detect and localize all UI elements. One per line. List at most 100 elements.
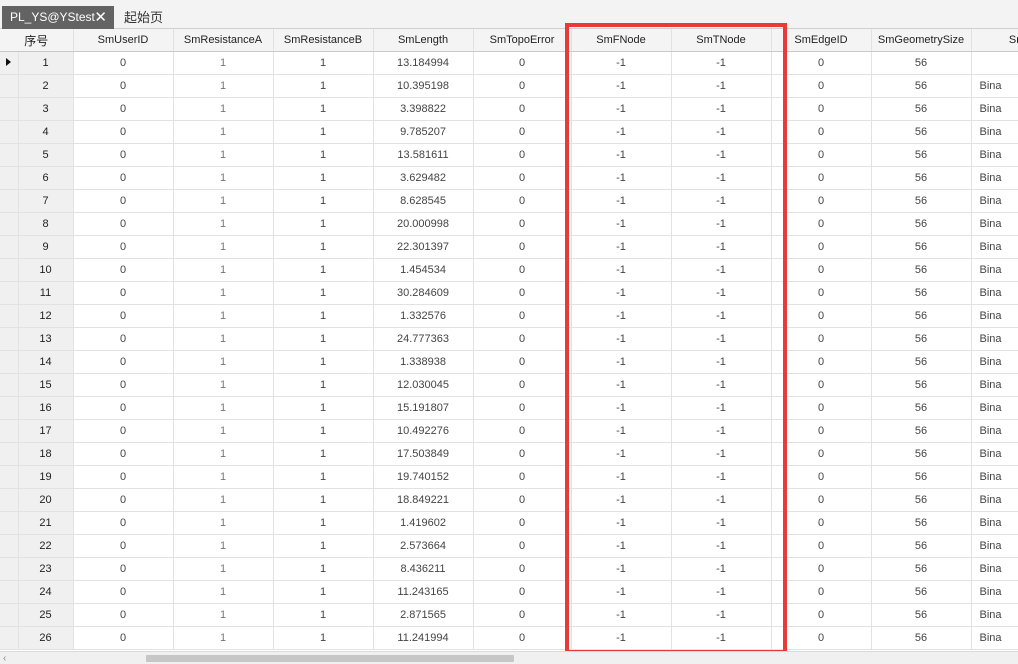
cell-smedgeid[interactable]: 0: [771, 120, 872, 144]
cell-index[interactable]: 9: [18, 235, 74, 259]
cell-smtnode[interactable]: -1: [671, 396, 772, 420]
cell-smuserid[interactable]: 0: [73, 373, 174, 397]
cell-smfnode[interactable]: -1: [571, 120, 672, 144]
cell-smgeometrysize[interactable]: 56: [871, 580, 972, 604]
table-row[interactable]: 20 0 1 1 18.849221 0 -1 -1 0 56 Bina: [0, 488, 1018, 512]
row-indicator[interactable]: [0, 442, 19, 466]
cell-smedgeid[interactable]: 0: [771, 534, 872, 558]
row-indicator[interactable]: [0, 603, 19, 627]
cell-smgeometrysize[interactable]: 56: [871, 373, 972, 397]
cell-smtnode[interactable]: -1: [671, 350, 772, 374]
cell-smgeometrysize[interactable]: 56: [871, 396, 972, 420]
cell-smgeometrysize[interactable]: 56: [871, 603, 972, 627]
row-indicator[interactable]: [0, 258, 19, 282]
close-icon[interactable]: ✕: [94, 6, 107, 29]
cell-smf[interactable]: Bina: [971, 488, 1018, 512]
table-row[interactable]: 16 0 1 1 15.191807 0 -1 -1 0 56 Bina: [0, 396, 1018, 420]
cell-smuserid[interactable]: 0: [73, 51, 174, 75]
cell-smgeometrysize[interactable]: 56: [871, 442, 972, 466]
column-header-smf[interactable]: SmF: [971, 29, 1018, 52]
cell-smuserid[interactable]: 0: [73, 235, 174, 259]
cell-index[interactable]: 22: [18, 534, 74, 558]
cell-index[interactable]: 21: [18, 511, 74, 535]
cell-smfnode[interactable]: -1: [571, 396, 672, 420]
cell-smgeometrysize[interactable]: 56: [871, 626, 972, 650]
table-row[interactable]: 6 0 1 1 3.629482 0 -1 -1 0 56 Bina: [0, 166, 1018, 190]
row-indicator[interactable]: [0, 350, 19, 374]
table-row[interactable]: 23 0 1 1 8.436211 0 -1 -1 0 56 Bina: [0, 557, 1018, 581]
cell-smfnode[interactable]: -1: [571, 327, 672, 351]
cell-smuserid[interactable]: 0: [73, 212, 174, 236]
table-row[interactable]: 24 0 1 1 11.243165 0 -1 -1 0 56 Bina: [0, 580, 1018, 604]
cell-smf[interactable]: Bina: [971, 603, 1018, 627]
cell-smf[interactable]: Bina: [971, 304, 1018, 328]
cell-smtopoerror[interactable]: 0: [473, 465, 572, 489]
cell-smtnode[interactable]: -1: [671, 442, 772, 466]
cell-smgeometrysize[interactable]: 56: [871, 143, 972, 167]
cell-smedgeid[interactable]: 0: [771, 442, 872, 466]
cell-smlength[interactable]: 12.030045: [373, 373, 474, 397]
column-header-smfnode[interactable]: SmFNode: [571, 29, 672, 52]
cell-smedgeid[interactable]: 0: [771, 74, 872, 98]
row-indicator[interactable]: [0, 396, 19, 420]
row-indicator[interactable]: [0, 465, 19, 489]
cell-smgeometrysize[interactable]: 56: [871, 557, 972, 581]
cell-smresistanceb[interactable]: 1: [273, 465, 374, 489]
cell-smtnode[interactable]: -1: [671, 534, 772, 558]
cell-smresistanceb[interactable]: 1: [273, 97, 374, 121]
cell-smtnode[interactable]: -1: [671, 235, 772, 259]
cell-smresistanceb[interactable]: 1: [273, 396, 374, 420]
cell-smlength[interactable]: 17.503849: [373, 442, 474, 466]
row-indicator[interactable]: [0, 166, 19, 190]
cell-smedgeid[interactable]: 0: [771, 235, 872, 259]
row-indicator[interactable]: [0, 626, 19, 650]
cell-smtnode[interactable]: -1: [671, 557, 772, 581]
cell-smresistanceb[interactable]: 1: [273, 166, 374, 190]
column-header-smtopoerror[interactable]: SmTopoError: [473, 29, 572, 52]
cell-smlength[interactable]: 30.284609: [373, 281, 474, 305]
row-indicator[interactable]: [0, 235, 19, 259]
cell-smtnode[interactable]: -1: [671, 580, 772, 604]
cell-smtnode[interactable]: -1: [671, 488, 772, 512]
cell-index[interactable]: 15: [18, 373, 74, 397]
cell-smgeometrysize[interactable]: 56: [871, 235, 972, 259]
cell-smedgeid[interactable]: 0: [771, 212, 872, 236]
cell-smresistancea[interactable]: 1: [173, 120, 274, 144]
cell-smtopoerror[interactable]: 0: [473, 534, 572, 558]
cell-smresistancea[interactable]: 1: [173, 258, 274, 282]
cell-smf[interactable]: Bina: [971, 396, 1018, 420]
cell-smf[interactable]: Bina: [971, 350, 1018, 374]
cell-smresistanceb[interactable]: 1: [273, 327, 374, 351]
cell-smfnode[interactable]: -1: [571, 442, 672, 466]
cell-smresistancea[interactable]: 1: [173, 189, 274, 213]
cell-smf[interactable]: Bina: [971, 465, 1018, 489]
cell-smlength[interactable]: 11.241994: [373, 626, 474, 650]
cell-smf[interactable]: Bina: [971, 189, 1018, 213]
cell-smuserid[interactable]: 0: [73, 419, 174, 443]
table-row[interactable]: 5 0 1 1 13.581611 0 -1 -1 0 56 Bina: [0, 143, 1018, 167]
cell-smfnode[interactable]: -1: [571, 166, 672, 190]
cell-smuserid[interactable]: 0: [73, 557, 174, 581]
cell-smfnode[interactable]: -1: [571, 281, 672, 305]
horizontal-scrollbar[interactable]: ‹: [0, 651, 1018, 664]
cell-index[interactable]: 23: [18, 557, 74, 581]
cell-smf[interactable]: Bina: [971, 511, 1018, 535]
cell-smresistancea[interactable]: 1: [173, 396, 274, 420]
tab-pl-ys[interactable]: PL_YS@YStest ✕: [2, 6, 114, 29]
column-header-smresistanceb[interactable]: SmResistanceB: [273, 29, 374, 52]
cell-smlength[interactable]: 10.395198: [373, 74, 474, 98]
row-indicator[interactable]: [0, 419, 19, 443]
cell-smlength[interactable]: 3.398822: [373, 97, 474, 121]
cell-smuserid[interactable]: 0: [73, 465, 174, 489]
cell-smf[interactable]: Bina: [971, 74, 1018, 98]
cell-smresistancea[interactable]: 1: [173, 281, 274, 305]
cell-smresistanceb[interactable]: 1: [273, 580, 374, 604]
cell-smresistancea[interactable]: 1: [173, 419, 274, 443]
cell-smlength[interactable]: 1.454534: [373, 258, 474, 282]
cell-smf[interactable]: Bina: [971, 120, 1018, 144]
cell-smedgeid[interactable]: 0: [771, 465, 872, 489]
cell-smuserid[interactable]: 0: [73, 534, 174, 558]
table-row[interactable]: 19 0 1 1 19.740152 0 -1 -1 0 56 Bina: [0, 465, 1018, 489]
cell-smtnode[interactable]: -1: [671, 189, 772, 213]
row-indicator[interactable]: [0, 488, 19, 512]
